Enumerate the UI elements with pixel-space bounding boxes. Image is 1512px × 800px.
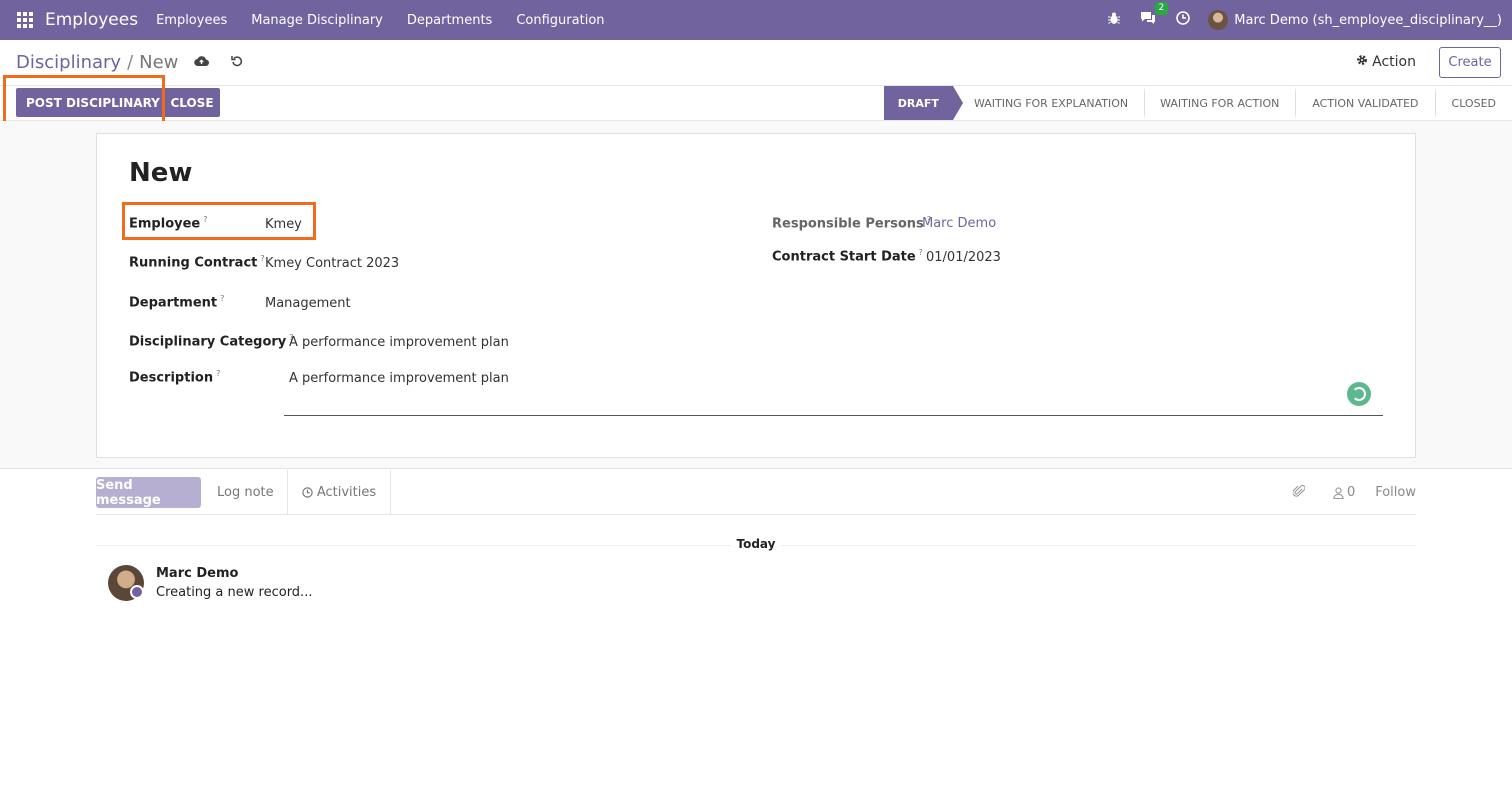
navbar-systray: 2 Marc Demo (sh_employee_disciplinary__): [1098, 0, 1502, 40]
send-message-button[interactable]: Send message: [96, 477, 201, 508]
user-menu[interactable]: Marc Demo (sh_employee_disciplinary__): [1208, 10, 1502, 30]
description-underline: [284, 415, 1383, 416]
app-brand[interactable]: Employees: [45, 10, 138, 30]
breadcrumb: Disciplinary / New: [16, 52, 178, 73]
responsible-persons-field[interactable]: Marc Demo: [922, 216, 996, 231]
follower-count: 0: [1346, 485, 1356, 500]
followers-button[interactable]: 0: [1333, 485, 1355, 500]
bug-icon[interactable]: [1108, 12, 1121, 29]
disciplinary-category-label: Disciplinary Category?: [129, 333, 294, 350]
department-label: Department?: [129, 294, 225, 311]
contract-start-date-field[interactable]: 01/01/2023: [926, 250, 1001, 265]
loading-spinner-icon: [1347, 382, 1371, 406]
breadcrumb-separator: /: [127, 52, 134, 73]
disciplinary-category-field[interactable]: A performance improvement plan: [289, 335, 509, 350]
record-title: New: [129, 158, 193, 188]
paperclip-icon[interactable]: [1292, 484, 1306, 502]
avatar: [1208, 10, 1229, 30]
chatter-toolbar: Send message Log note Activities 0 Follo…: [96, 470, 1416, 515]
action-label: Action: [1372, 54, 1416, 70]
cloud-save-icon[interactable]: [194, 55, 210, 71]
control-panel: Disciplinary / New Action Create: [0, 40, 1512, 86]
top-navbar: Employees Employees Manage Disciplinary …: [0, 0, 1512, 40]
menu-employees[interactable]: Employees: [156, 13, 227, 28]
department-field[interactable]: Management: [265, 296, 351, 311]
stage-pipeline: DRAFT WAITING FOR EXPLANATION WAITING FO…: [883, 86, 1512, 120]
log-note-button[interactable]: Log note: [217, 485, 274, 500]
clock-icon[interactable]: [1176, 11, 1191, 29]
action-menu-button[interactable]: Action: [1356, 54, 1416, 70]
close-button[interactable]: CLOSE: [164, 88, 220, 117]
message-body: Creating a new record...: [156, 585, 313, 600]
menu-configuration[interactable]: Configuration: [516, 13, 604, 28]
create-button[interactable]: Create: [1439, 47, 1501, 78]
follow-button[interactable]: Follow: [1375, 485, 1416, 500]
user-icon: [1333, 486, 1344, 499]
statusbar-row: POST DISCIPLINARY CLOSE DRAFT WAITING FO…: [0, 86, 1512, 121]
discard-undo-icon[interactable]: [231, 55, 243, 71]
stage-waiting-explanation[interactable]: WAITING FOR EXPLANATION: [953, 86, 1144, 120]
menu-manage-disciplinary[interactable]: Manage Disciplinary: [251, 13, 383, 28]
stage-action-validated[interactable]: ACTION VALIDATED: [1296, 86, 1434, 120]
chatter-actions: 0 Follow: [1271, 470, 1416, 515]
message-count-badge: 2: [1154, 2, 1169, 15]
menu-departments[interactable]: Departments: [407, 13, 492, 28]
gear-icon: [1356, 54, 1372, 70]
online-status-dot: [130, 585, 144, 599]
description-field[interactable]: A performance improvement plan: [289, 371, 509, 386]
breadcrumb-current: New: [139, 52, 179, 73]
breadcrumb-parent[interactable]: Disciplinary: [16, 52, 121, 73]
running-contract-label: Running Contract?: [129, 254, 265, 271]
stage-waiting-action[interactable]: WAITING FOR ACTION: [1145, 86, 1295, 120]
stage-closed[interactable]: CLOSED: [1436, 86, 1512, 120]
running-contract-field[interactable]: Kmey Contract 2023: [265, 256, 399, 271]
stage-draft[interactable]: DRAFT: [883, 86, 964, 120]
user-name: Marc Demo (sh_employee_disciplinary__): [1234, 12, 1502, 28]
date-separator: Today: [0, 537, 1512, 551]
apps-grid-icon[interactable]: [17, 12, 33, 28]
description-label: Description?: [129, 369, 221, 386]
clock-icon: [302, 487, 313, 498]
activities-button[interactable]: Activities: [287, 470, 391, 515]
message-author[interactable]: Marc Demo: [156, 566, 238, 581]
highlight-box-employee: [122, 202, 316, 240]
chat-icon[interactable]: 2: [1140, 2, 1169, 29]
responsible-persons-label: Responsible Persons?: [772, 215, 932, 232]
contract-start-date-label: Contract Start Date?: [772, 248, 923, 265]
activities-label: Activities: [316, 485, 377, 500]
